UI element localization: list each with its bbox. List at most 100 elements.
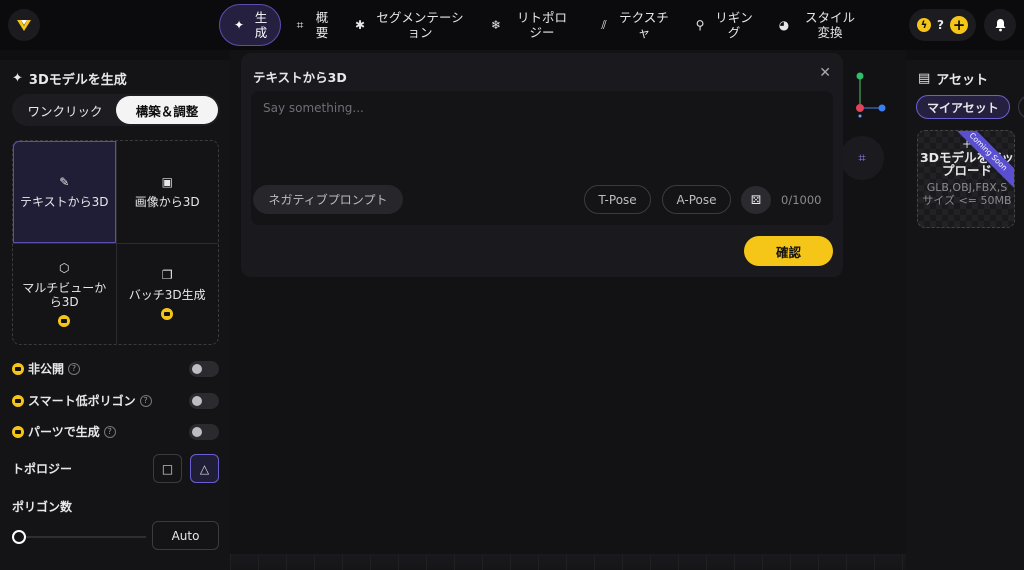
triangle-topology-button[interactable]: △	[190, 454, 219, 483]
generate-panel: ✦ 3Dモデルを生成 ワンクリック 構築＆調整 ✎ テキストから3D ▣ 画像か…	[0, 60, 230, 570]
nav-segmentation[interactable]: ✱ セグメンテーション	[341, 4, 477, 46]
help-icon[interactable]: ?	[103, 425, 116, 438]
a-pose-button[interactable]: A-Pose	[662, 185, 731, 214]
crown-icon	[12, 394, 24, 407]
parts-gen-option: パーツで生成?	[12, 423, 219, 440]
image-icon: ▣	[161, 174, 173, 189]
smart-low-poly-toggle[interactable]	[189, 392, 219, 409]
bell-icon	[995, 19, 1005, 32]
upload-model-card[interactable]: + 3Dモデルをアップロード GLB,OBJ,FBX,S サイズ <= 50MB…	[917, 130, 1015, 228]
mode-segmented-control: ワンクリック 構築＆調整	[12, 94, 220, 126]
nav-retopology[interactable]: ❄ リトポロジー	[477, 4, 585, 46]
pencil-icon: ✎	[59, 174, 70, 189]
panel-title-text: 3Dモデルを生成	[28, 73, 127, 88]
build-adjust-tab[interactable]: 構築＆調整	[116, 96, 218, 124]
smart-low-poly-option: スマート低ポリゴン?	[12, 392, 219, 409]
notifications-button[interactable]	[984, 9, 1016, 41]
logo-icon	[17, 20, 31, 31]
top-bar: ✦ 生成 ⌗ 概要 ✱ セグメンテーション ❄ リトポロジー ⫽ テクスチャ ⚲…	[0, 0, 1024, 50]
confirm-button[interactable]: 確認	[744, 236, 833, 266]
polycount-auto-button[interactable]: Auto	[152, 521, 219, 550]
polycount-label: ポリゴン数	[12, 500, 73, 514]
generation-mode-grid: ✎ テキストから3D ▣ 画像から3D ⬡ マルチビューから3D ❐ バッチ3D…	[12, 140, 219, 345]
axis-gizmo-icon[interactable]	[850, 68, 890, 118]
mode-image-to-3d[interactable]: ▣ 画像から3D	[115, 141, 219, 243]
upload-subtitle: GLB,OBJ,FBX,S サイズ <= 50MB	[922, 181, 1012, 207]
topology-row: トポロジー □ △	[12, 454, 219, 483]
polycount-slider[interactable]	[12, 530, 146, 544]
nav-label: セグメンテーション	[376, 10, 464, 40]
topology-label: トポロジー	[12, 462, 73, 476]
main-nav: ✦ 生成 ⌗ 概要 ✱ セグメンテーション ❄ リトポロジー ⫽ テクスチャ ⚲…	[219, 4, 873, 46]
one-click-tab[interactable]: ワンクリック	[14, 96, 116, 124]
nav-rigging[interactable]: ⚲ リギング	[681, 4, 765, 46]
dialog-title: テキストから3D	[253, 70, 347, 85]
mode-label: バッチ3D生成	[128, 287, 206, 302]
mesh-icon: ❄	[490, 17, 502, 32]
assets-title: ▤ アセット	[918, 69, 988, 88]
assets-title-text: アセット	[936, 73, 989, 88]
add-credits-icon[interactable]: +	[950, 16, 968, 34]
nav-label: リトポロジー	[516, 10, 567, 40]
mode-batch-3d[interactable]: ❐ バッチ3D生成	[115, 242, 218, 344]
assets-panel: ▤ アセット マイアセット + 3Dモデルをアップロード GLB,OBJ,FBX…	[906, 60, 1024, 570]
top-right-actions: ϟ ? +	[909, 9, 1016, 41]
random-prompt-button[interactable]: ⚄	[741, 186, 771, 214]
cube-icon: ⬡	[59, 260, 70, 275]
credits-count: ?	[937, 18, 944, 32]
nav-style-transfer[interactable]: ◕ スタイル変換	[765, 4, 873, 46]
slider-track	[12, 536, 146, 538]
nav-label: 概要	[315, 10, 329, 40]
credits-pill[interactable]: ϟ ? +	[909, 9, 976, 41]
crown-icon	[161, 307, 174, 320]
polycount-row: ポリゴン数	[12, 498, 219, 515]
nav-label: リギング	[715, 10, 753, 40]
slider-knob[interactable]	[12, 530, 26, 544]
lightning-icon: ϟ	[917, 18, 932, 32]
parts-gen-toggle[interactable]	[189, 423, 219, 440]
app-logo[interactable]	[8, 9, 40, 41]
private-option: 非公開?	[12, 360, 219, 377]
mode-label: 画像から3D	[134, 194, 200, 209]
private-toggle[interactable]	[189, 360, 219, 377]
rig-icon: ⚲	[695, 17, 705, 32]
batch-images-icon: ❐	[161, 267, 173, 282]
sparkle-icon: ✦	[233, 17, 245, 32]
ground-grid	[230, 554, 906, 570]
puzzle-icon: ✱	[354, 17, 366, 32]
crown-icon	[12, 362, 24, 375]
option-label: パーツで生成	[28, 425, 100, 439]
t-pose-button[interactable]: T-Pose	[584, 185, 651, 214]
palette-icon: ◕	[778, 17, 790, 32]
my-assets-tab[interactable]: マイアセット	[916, 95, 1010, 119]
dice-icon: ⚄	[750, 193, 762, 207]
help-icon[interactable]: ?	[139, 394, 152, 407]
mode-label: テキストから3D	[19, 194, 109, 209]
close-icon[interactable]: ✕	[819, 65, 831, 81]
scan-icon: ⌗	[296, 17, 304, 32]
help-icon[interactable]: ?	[68, 362, 81, 375]
nav-label: テクスチャ	[619, 10, 669, 40]
quad-topology-button[interactable]: □	[153, 454, 182, 483]
option-label: スマート低ポリゴン	[28, 394, 136, 408]
text-to-3d-dialog: テキストから3D ✕ Say something... ネガティブプロンプト T…	[241, 53, 843, 277]
grid-toggle-button[interactable]: ⌗	[840, 136, 884, 180]
crown-icon	[58, 314, 71, 327]
mode-label: マルチビューから3D	[22, 280, 107, 309]
texture-icon: ⫽	[601, 17, 607, 32]
next-tab[interactable]	[1018, 95, 1024, 119]
nav-label: スタイル変換	[804, 10, 855, 40]
mode-multiview-to-3d[interactable]: ⬡ マルチビューから3D	[13, 242, 116, 345]
negative-prompt-button[interactable]: ネガティブプロンプト	[253, 185, 403, 214]
nav-label: 生成	[254, 10, 268, 40]
crown-icon	[12, 425, 24, 438]
box-icon: ▤	[918, 71, 931, 86]
sparkle-icon: ✦	[12, 71, 23, 86]
prompt-placeholder: Say something...	[263, 101, 364, 115]
character-count: 0/1000	[781, 193, 822, 207]
nav-generate[interactable]: ✦ 生成	[219, 4, 281, 46]
panel-title: ✦ 3Dモデルを生成	[12, 69, 127, 88]
nav-overview[interactable]: ⌗ 概要	[281, 4, 341, 46]
nav-texture[interactable]: ⫽ テクスチャ	[585, 4, 681, 46]
mode-text-to-3d[interactable]: ✎ テキストから3D	[13, 141, 116, 243]
